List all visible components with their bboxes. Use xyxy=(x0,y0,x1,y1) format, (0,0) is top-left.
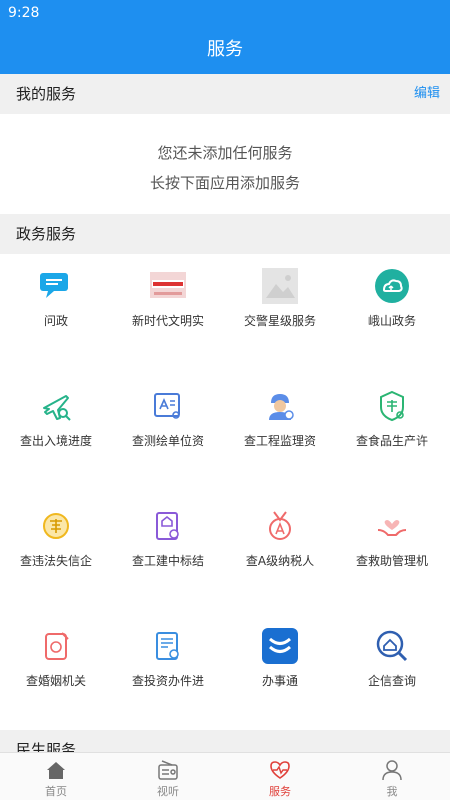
radio-icon xyxy=(158,760,178,780)
empty-hint-line1: 您还未添加任何服务 xyxy=(157,144,293,162)
tab-media[interactable]: 视听 xyxy=(112,753,224,800)
investment-document-icon xyxy=(156,632,179,660)
gov-services-title: 政务服务 xyxy=(16,225,77,243)
service-label: 查A级纳税人 xyxy=(245,554,315,568)
status-time: 9:28 xyxy=(8,5,40,21)
service-label: 查工建中标结 xyxy=(131,554,204,568)
service-item-relief[interactable]: 查救助管理机 xyxy=(336,494,448,614)
bottom-tab-bar: 首页 视听 服务 我 xyxy=(0,752,450,800)
service-item-investment[interactable]: 查投资办件进 xyxy=(112,614,224,734)
service-item-eshan-gov[interactable]: 峨山政务 xyxy=(336,254,448,374)
tab-services[interactable]: 服务 xyxy=(224,753,336,800)
service-label: 查违法失信企 xyxy=(19,554,92,568)
service-label: 新时代文明实 xyxy=(131,314,204,328)
service-label: 查救助管理机 xyxy=(355,554,428,568)
document-search-icon xyxy=(154,393,180,419)
chat-bubble-icon xyxy=(40,273,68,298)
service-item-civilization[interactable]: 新时代文明实 xyxy=(112,254,224,374)
edit-button[interactable]: 编辑 xyxy=(414,74,440,114)
service-label: 峨山政务 xyxy=(367,314,416,328)
service-label: 查出入境进度 xyxy=(19,434,92,448)
tab-label: 视听 xyxy=(157,785,179,798)
tab-home[interactable]: 首页 xyxy=(0,753,112,800)
person-icon xyxy=(382,760,402,781)
service-item-engineering[interactable]: 查工程监理资 xyxy=(224,374,336,494)
home-icon xyxy=(47,762,65,779)
service-label: 问政 xyxy=(43,314,68,328)
status-bar: 9:28 xyxy=(0,0,450,26)
empty-hint-line2: 长按下面应用添加服务 xyxy=(149,174,300,192)
service-label: 查婚姻机关 xyxy=(25,674,86,688)
banner-image-icon xyxy=(150,272,186,298)
service-label: 查工程监理资 xyxy=(243,434,316,448)
my-services-empty: 您还未添加任何服务 长按下面应用添加服务 xyxy=(0,114,450,214)
marriage-document-icon xyxy=(45,632,69,660)
service-item-exit-entry[interactable]: 查出入境进度 xyxy=(0,374,112,494)
app-logo-icon xyxy=(262,628,298,664)
tab-me[interactable]: 我 xyxy=(336,753,448,800)
engineer-helmet-icon xyxy=(269,394,294,420)
service-label: 交警星级服务 xyxy=(243,314,316,328)
service-item-marriage[interactable]: 查婚姻机关 xyxy=(0,614,112,734)
image-placeholder-icon xyxy=(262,268,298,304)
service-item-surveying[interactable]: 查测绘单位资 xyxy=(112,374,224,494)
service-label: 企信查询 xyxy=(367,674,416,688)
airplane-search-icon xyxy=(43,395,71,421)
food-shield-icon xyxy=(380,390,404,422)
tab-label: 首页 xyxy=(45,785,67,798)
cloud-logo-icon xyxy=(375,269,409,303)
service-label: 办事通 xyxy=(261,674,298,688)
bid-document-icon xyxy=(156,512,179,540)
service-item-enterprise-credit[interactable]: 企信查询 xyxy=(336,614,448,734)
gov-services-grid: 问政 新时代文明实 交警星级服务 峨山政务 查出入境进度 查测绘单位资 查工程监… xyxy=(0,254,450,730)
service-item-a-taxpayer[interactable]: 查A级纳税人 xyxy=(224,494,336,614)
service-item-food-license[interactable]: 查食品生产许 xyxy=(336,374,448,494)
my-services-header: 我的服务 编辑 xyxy=(0,74,450,114)
service-item-wenzheng[interactable]: 问政 xyxy=(0,254,112,374)
medal-a-icon xyxy=(269,511,291,540)
heart-pulse-icon xyxy=(270,761,290,779)
company-search-icon xyxy=(376,630,408,662)
service-label: 查食品生产许 xyxy=(355,434,428,448)
violation-badge-icon xyxy=(43,513,69,539)
gov-services-header: 政务服务 xyxy=(0,214,450,254)
tab-label: 服务 xyxy=(269,785,291,798)
service-item-traffic-police[interactable]: 交警星级服务 xyxy=(224,254,336,374)
service-label: 查投资办件进 xyxy=(131,674,204,688)
care-hands-icon xyxy=(377,520,407,536)
service-item-bidding[interactable]: 查工建中标结 xyxy=(112,494,224,614)
my-services-title: 我的服务 xyxy=(16,85,77,103)
tab-label: 我 xyxy=(386,785,398,798)
page-title: 服务 xyxy=(0,26,450,74)
service-label: 查测绘单位资 xyxy=(131,434,204,448)
service-item-violation[interactable]: 查违法失信企 xyxy=(0,494,112,614)
service-item-banshitong[interactable]: 办事通 xyxy=(224,614,336,734)
